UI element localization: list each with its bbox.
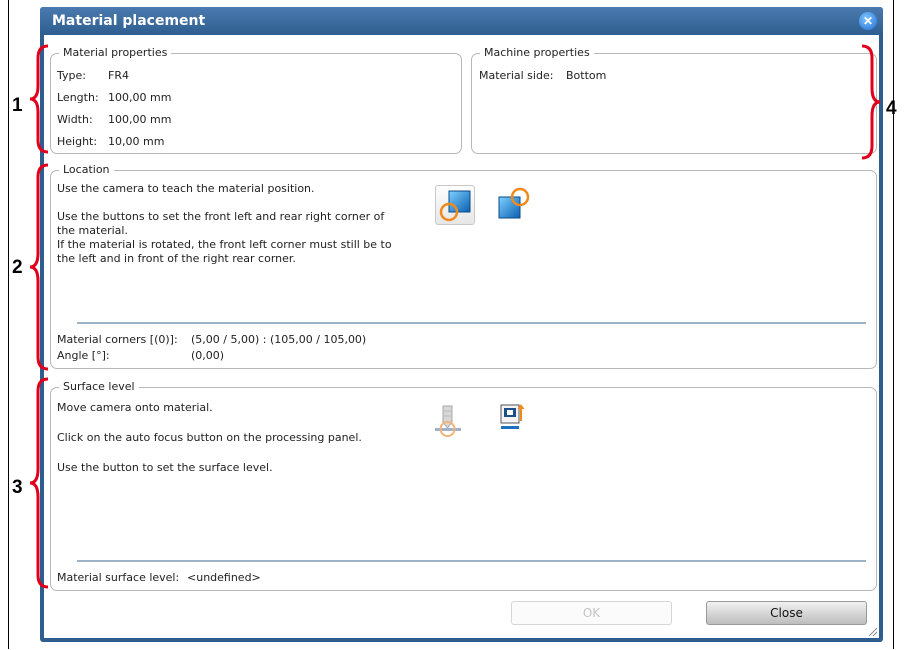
set-surface-level-button[interactable] bbox=[492, 399, 530, 437]
location-separator bbox=[77, 322, 866, 324]
location-legend: Location bbox=[59, 163, 114, 176]
surface-level-group: Surface level Move camera onto material.… bbox=[50, 380, 877, 591]
location-instruction-4: If the material is rotated, the front le… bbox=[57, 238, 392, 251]
surface-instruction-1: Move camera onto material. bbox=[57, 401, 213, 414]
autofocus-button[interactable] bbox=[429, 403, 467, 441]
width-label: Width: bbox=[57, 113, 93, 126]
location-group: Location Use the camera to teach the mat… bbox=[50, 163, 877, 369]
rear-right-corner-button[interactable] bbox=[494, 186, 532, 224]
location-instruction-5: the left and in front of the right rear … bbox=[57, 252, 296, 265]
location-instruction-2: Use the buttons to set the front left an… bbox=[57, 210, 385, 223]
material-side-label: Material side: bbox=[479, 69, 554, 82]
material-properties-legend: Material properties bbox=[59, 46, 172, 59]
callout-1: 1 bbox=[12, 95, 23, 116]
dialog-content: Material properties Type: FR4 Length: 10… bbox=[44, 35, 879, 638]
surface-level-legend: Surface level bbox=[59, 380, 139, 393]
material-side-value: Bottom bbox=[566, 69, 607, 82]
callout-brace-1 bbox=[29, 44, 49, 154]
width-value: 100,00 mm bbox=[108, 113, 172, 126]
callout-4: 4 bbox=[886, 98, 897, 119]
close-icon[interactable]: ✕ bbox=[859, 12, 877, 30]
front-left-corner-button[interactable] bbox=[435, 185, 475, 225]
rear-right-corner-icon bbox=[498, 187, 530, 219]
material-corners-label: Material corners [(0)]: bbox=[57, 333, 178, 346]
height-label: Height: bbox=[57, 135, 98, 148]
material-placement-dialog: Material placement ✕ Material properties… bbox=[40, 7, 883, 642]
material-surface-level-value: <undefined> bbox=[187, 571, 261, 584]
angle-label: Angle [°]: bbox=[57, 349, 110, 362]
callout-2: 2 bbox=[12, 257, 23, 278]
location-instruction-1: Use the camera to teach the material pos… bbox=[57, 182, 315, 195]
machine-properties-group: Machine properties Material side: Bottom bbox=[471, 46, 877, 154]
callout-brace-2 bbox=[29, 163, 49, 371]
machine-properties-legend: Machine properties bbox=[480, 46, 594, 59]
length-value: 100,00 mm bbox=[108, 91, 172, 104]
ok-button[interactable]: OK bbox=[511, 601, 672, 625]
material-corners-value: (5,00 / 5,00) : (105,00 / 105,00) bbox=[191, 333, 367, 346]
material-properties-group: Material properties Type: FR4 Length: 10… bbox=[50, 46, 462, 154]
surface-instruction-3: Use the button to set the surface level. bbox=[57, 461, 273, 474]
title-bar[interactable]: Material placement ✕ bbox=[40, 7, 883, 35]
length-label: Length: bbox=[57, 91, 99, 104]
dialog-title: Material placement bbox=[52, 13, 206, 29]
surface-separator bbox=[77, 560, 866, 562]
callout-brace-3 bbox=[29, 377, 49, 589]
autofocus-camera-icon bbox=[435, 405, 461, 437]
type-label: Type: bbox=[57, 69, 86, 82]
callout-3: 3 bbox=[12, 477, 23, 498]
material-surface-level-label: Material surface level: bbox=[57, 571, 180, 584]
front-left-corner-icon bbox=[439, 190, 471, 222]
location-instruction-3: the material. bbox=[57, 224, 128, 237]
type-value: FR4 bbox=[108, 69, 129, 82]
close-button[interactable]: Close bbox=[706, 601, 867, 625]
surface-instruction-2: Click on the auto focus button on the pr… bbox=[57, 431, 362, 444]
height-value: 10,00 mm bbox=[108, 135, 165, 148]
resize-grip-icon[interactable] bbox=[867, 626, 877, 636]
callout-brace-4 bbox=[861, 44, 881, 160]
angle-value: (0,00) bbox=[191, 349, 225, 362]
set-surface-level-icon bbox=[500, 404, 525, 429]
